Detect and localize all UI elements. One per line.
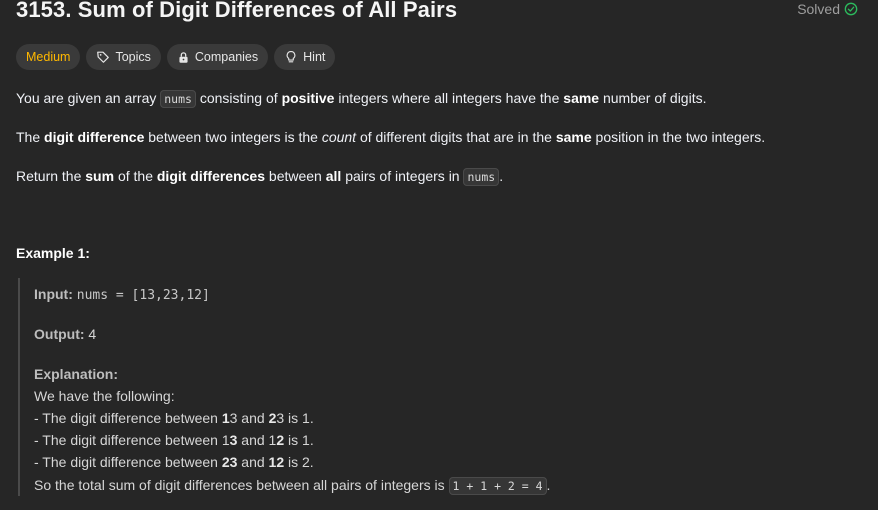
italic-text: count	[321, 129, 357, 145]
text: of different digits that are in the	[356, 129, 556, 145]
bold-text: 1	[221, 410, 230, 426]
inline-code: nums	[463, 168, 500, 186]
output-label: Output:	[34, 326, 85, 342]
explanation-line: - The digit difference between 13 and 12…	[34, 430, 314, 450]
text: .	[499, 168, 504, 184]
inline-code: 1 + 1 + 2 = 4	[448, 477, 547, 495]
inline-code: nums	[160, 90, 196, 108]
lightbulb-icon	[286, 51, 296, 63]
explanation-line: - The digit difference between 13 and 23…	[34, 408, 314, 428]
companies-button[interactable]: Companies	[166, 44, 269, 70]
explanation-label: Explanation:	[34, 366, 119, 382]
text: So the total sum of digit differences be…	[34, 477, 449, 493]
text: is 2.	[284, 454, 314, 470]
text: You are given an array	[16, 90, 161, 106]
solved-status: Solved	[797, 1, 858, 17]
text: between two integers is the	[144, 129, 322, 145]
bold-text: sum	[85, 168, 115, 184]
lock-icon	[179, 51, 188, 63]
tag-icon	[97, 51, 110, 63]
text: and 1	[237, 432, 277, 448]
description-paragraph-1: You are given an array nums consisting o…	[16, 88, 706, 109]
text: - The digit difference between 1	[34, 432, 230, 448]
text: number of digits.	[599, 90, 707, 106]
text: pairs of integers in	[341, 168, 464, 184]
hint-button[interactable]: Hint	[274, 44, 336, 70]
text: The	[16, 129, 45, 145]
bold-text: same	[555, 129, 592, 145]
text: Return the	[16, 168, 86, 184]
input-value: nums = [13,23,12]	[76, 288, 210, 303]
bold-text: 23	[221, 454, 238, 470]
text: consisting of	[195, 90, 282, 106]
text: position in the two integers.	[591, 129, 766, 145]
solved-label: Solved	[797, 1, 840, 17]
bold-text: same	[563, 90, 600, 106]
bold-text: positive	[281, 90, 335, 106]
bold-text: digit differences	[156, 168, 266, 184]
output-value: 4	[88, 326, 97, 342]
bold-text: 2	[276, 432, 285, 448]
bold-text: all	[325, 168, 342, 184]
text: and	[237, 454, 269, 470]
tag-bar: Medium Topics Companies Hint	[16, 44, 336, 70]
text: - The digit difference between	[34, 454, 222, 470]
text: 3 is 1.	[276, 410, 314, 426]
description-paragraph-3: Return the sum of the digit differences …	[16, 166, 503, 187]
example-input: Input: nums = [13,23,12]	[34, 284, 210, 306]
input-label: Input:	[34, 286, 73, 302]
example-title: Example 1:	[16, 245, 90, 261]
topics-button[interactable]: Topics	[86, 44, 161, 70]
text: - The digit difference between	[34, 410, 222, 426]
topics-label: Topics	[115, 50, 151, 64]
difficulty-badge[interactable]: Medium	[16, 44, 81, 70]
title-row: 3153. Sum of Digit Differences of All Pa…	[16, 0, 858, 28]
explanation-line: We have the following:	[34, 388, 175, 404]
text: .	[546, 477, 551, 493]
description-paragraph-2: The digit difference between two integer…	[16, 127, 765, 147]
text: 3 and	[229, 410, 269, 426]
example-output: Output: 4	[34, 324, 96, 344]
difficulty-label: Medium	[26, 50, 71, 64]
check-circle-icon	[844, 2, 858, 16]
bold-text: 12	[268, 454, 285, 470]
example-explanation-label: Explanation:	[34, 364, 118, 384]
explanation-line: So the total sum of digit differences be…	[34, 475, 550, 496]
problem-title[interactable]: 3153. Sum of Digit Differences of All Pa…	[16, 0, 457, 23]
bold-text: digit difference	[44, 129, 145, 145]
explanation-line: - The digit difference between 23 and 12…	[34, 452, 314, 472]
companies-label: Companies	[194, 50, 259, 64]
text: of the	[114, 168, 157, 184]
text: is 1.	[284, 432, 314, 448]
example-block: Input: nums = [13,23,12] Output: 4 Expla…	[18, 278, 718, 496]
text: integers where all integers have the	[334, 90, 564, 106]
hint-label: Hint	[303, 50, 326, 64]
text: between	[265, 168, 326, 184]
